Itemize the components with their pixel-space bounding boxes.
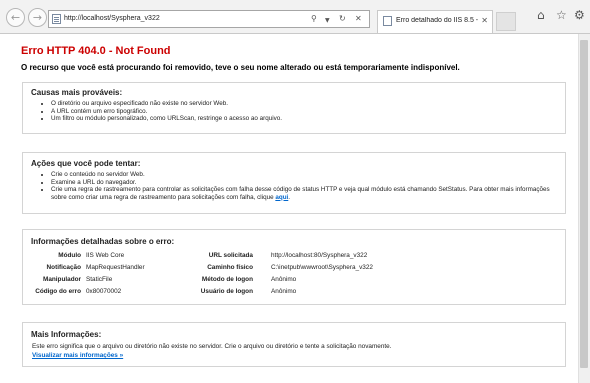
browser-toolbar: ← → http://localhost/Sysphera_v322 ⚲ ▼ ↻… <box>0 0 590 34</box>
tab-title: Erro detalhado do IIS 8.5 - 4... <box>396 17 480 24</box>
error-subtitle: O recurso que você está procurando foi r… <box>21 63 460 72</box>
list-item-end: . <box>288 193 291 201</box>
list-item: Um filtro ou módulo personalizado, como … <box>51 115 561 123</box>
detail-label: Código do erro <box>35 288 81 295</box>
here-link[interactable]: aqui <box>275 194 288 201</box>
detail-label: Notificação <box>46 264 81 271</box>
detail-value: C:\inetpub\wwwroot\Sysphera_v322 <box>271 264 373 271</box>
refresh-icon[interactable]: ↻ <box>339 14 346 24</box>
detail-label: Caminho físico <box>207 264 253 271</box>
settings-icon[interactable]: ⚙ <box>574 8 585 22</box>
forward-icon[interactable]: → <box>28 8 47 27</box>
list-item: A URL contém um erro tipográfico. <box>51 108 561 116</box>
stop-icon[interactable]: ✕ <box>355 14 362 24</box>
detail-label: Método de logon <box>201 276 253 283</box>
detail-value: http://localhost:80/Sysphera_v322 <box>271 252 368 259</box>
home-icon[interactable]: ⌂ <box>537 8 545 22</box>
error-title: Erro HTTP 404.0 - Not Found <box>21 45 171 57</box>
more-info-heading: Mais Informações: <box>31 330 102 339</box>
causes-list: O diretório ou arquivo especificado não … <box>39 100 561 123</box>
favorites-icon[interactable]: ☆ <box>556 8 567 22</box>
detail-value: Anônimo <box>271 276 297 283</box>
details-heading: Informações detalhadas sobre o erro: <box>31 237 175 246</box>
back-icon[interactable]: ← <box>6 8 25 27</box>
tab-close-icon[interactable]: ✕ <box>481 16 488 25</box>
detail-label: Manipulador <box>43 276 81 283</box>
more-info-box: Mais Informações: Este erro significa qu… <box>22 322 566 367</box>
page-content: Erro HTTP 404.0 - Not Found O recurso qu… <box>0 34 590 383</box>
detail-value: MapRequestHandler <box>86 264 145 271</box>
causes-box: Causas mais prováveis: O diretório ou ar… <box>22 82 566 134</box>
actions-list: Crie o conteúdo no servidor Web. Examine… <box>39 171 556 201</box>
detail-value: StaticFile <box>86 276 113 283</box>
page-icon <box>52 14 61 24</box>
list-item: O diretório ou arquivo especificado não … <box>51 100 561 108</box>
actions-heading: Ações que você pode tentar: <box>31 159 141 168</box>
detail-value: Anônimo <box>271 288 297 295</box>
detail-label: Usuário de logon <box>200 288 253 295</box>
search-icon[interactable]: ⚲ <box>311 14 317 24</box>
detail-value: IIS Web Core <box>86 252 125 259</box>
dropdown-icon[interactable]: ▼ <box>325 16 330 26</box>
more-info-text: Este erro significa que o arquivo ou dir… <box>32 343 392 350</box>
tab-active[interactable]: Erro detalhado do IIS 8.5 - 4... ✕ <box>377 10 493 33</box>
causes-heading: Causas mais prováveis: <box>31 88 123 97</box>
more-info-link[interactable]: Visualizar mais informações » <box>32 352 123 359</box>
detail-label: Módulo <box>58 252 81 259</box>
list-item: Crie uma regra de rastreamento para cont… <box>51 186 556 201</box>
address-bar[interactable]: http://localhost/Sysphera_v322 ⚲ ▼ ↻ ✕ <box>48 10 370 28</box>
new-tab-button[interactable] <box>496 12 516 31</box>
list-item-text: Crie uma regra de rastreamento para cont… <box>51 186 550 201</box>
detail-label: URL solicitada <box>208 252 253 259</box>
details-box: Informações detalhadas sobre o erro: Mód… <box>22 229 566 305</box>
actions-box: Ações que você pode tentar: Crie o conte… <box>22 152 566 214</box>
list-item: Examine a URL do navegador. <box>51 179 556 187</box>
list-item: Crie o conteúdo no servidor Web. <box>51 171 556 179</box>
scrollbar-thumb[interactable] <box>580 40 588 368</box>
page-icon <box>383 16 392 26</box>
detail-value: 0x80070002 <box>86 288 122 295</box>
address-url[interactable]: http://localhost/Sysphera_v322 <box>64 15 160 22</box>
